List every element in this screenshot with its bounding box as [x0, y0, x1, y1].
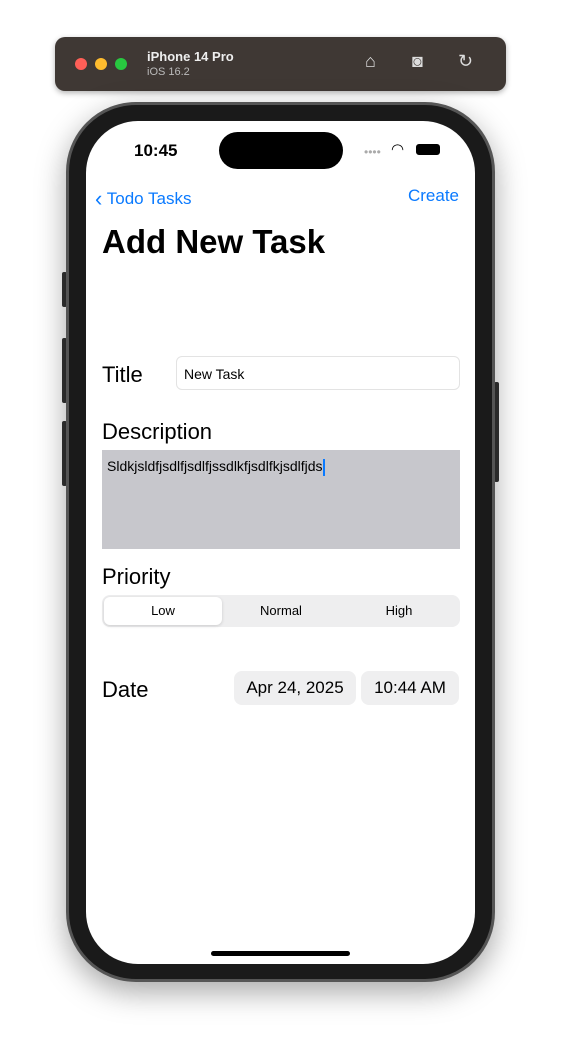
text-cursor: [322, 458, 325, 476]
os-version: iOS 16.2: [147, 66, 190, 78]
title-label: Title: [102, 362, 143, 387]
time-picker-button[interactable]: 10:44 AM: [361, 671, 459, 705]
wifi-icon: ◠: [391, 141, 405, 158]
back-button[interactable]: ‹ Todo Tasks: [95, 186, 191, 212]
description-text: Sldkjsldfjsdlfjsdlfjssdlkfjsdlfkjsdlfjds: [107, 458, 323, 474]
battery-icon: [416, 144, 440, 155]
date-label: Date: [102, 677, 149, 702]
back-label: Todo Tasks: [106, 189, 192, 208]
signal-icon: ••••: [364, 145, 381, 159]
screenshot-icon[interactable]: ◙: [412, 51, 423, 72]
zoom-window-button[interactable]: [115, 58, 127, 70]
description-label: Description: [102, 419, 213, 444]
rotate-icon[interactable]: ↻: [458, 51, 473, 72]
priority-option-high[interactable]: High: [340, 597, 458, 625]
dynamic-island: [219, 132, 343, 169]
home-indicator[interactable]: [211, 951, 350, 956]
page-title: Add New Task: [102, 223, 326, 260]
minimize-window-button[interactable]: [95, 58, 107, 70]
close-window-button[interactable]: [75, 58, 87, 70]
title-input[interactable]: New Task: [176, 356, 460, 390]
status-time: 10:45: [134, 141, 178, 160]
priority-segmented-control[interactable]: Low Normal High: [102, 595, 460, 627]
device-name: iPhone 14 Pro: [147, 49, 234, 64]
phone-screen: 10:45 •••• ◠ ‹ Todo Tasks Create Add New…: [86, 121, 475, 964]
priority-option-normal[interactable]: Normal: [222, 597, 340, 625]
description-textarea[interactable]: Sldkjsldfjsdlfjsdlfjssdlkfjsdlfkjsdlfjds: [102, 450, 460, 549]
priority-label: Priority: [102, 564, 171, 589]
chevron-left-icon: ‹: [95, 186, 103, 211]
create-button[interactable]: Create: [408, 186, 459, 206]
home-icon[interactable]: ⌂: [365, 51, 376, 72]
date-picker-button[interactable]: Apr 24, 2025: [234, 671, 356, 705]
simulator-toolbar: iPhone 14 Pro iOS 16.2 ⌂ ◙ ↻: [55, 37, 506, 91]
priority-option-low[interactable]: Low: [104, 597, 222, 625]
